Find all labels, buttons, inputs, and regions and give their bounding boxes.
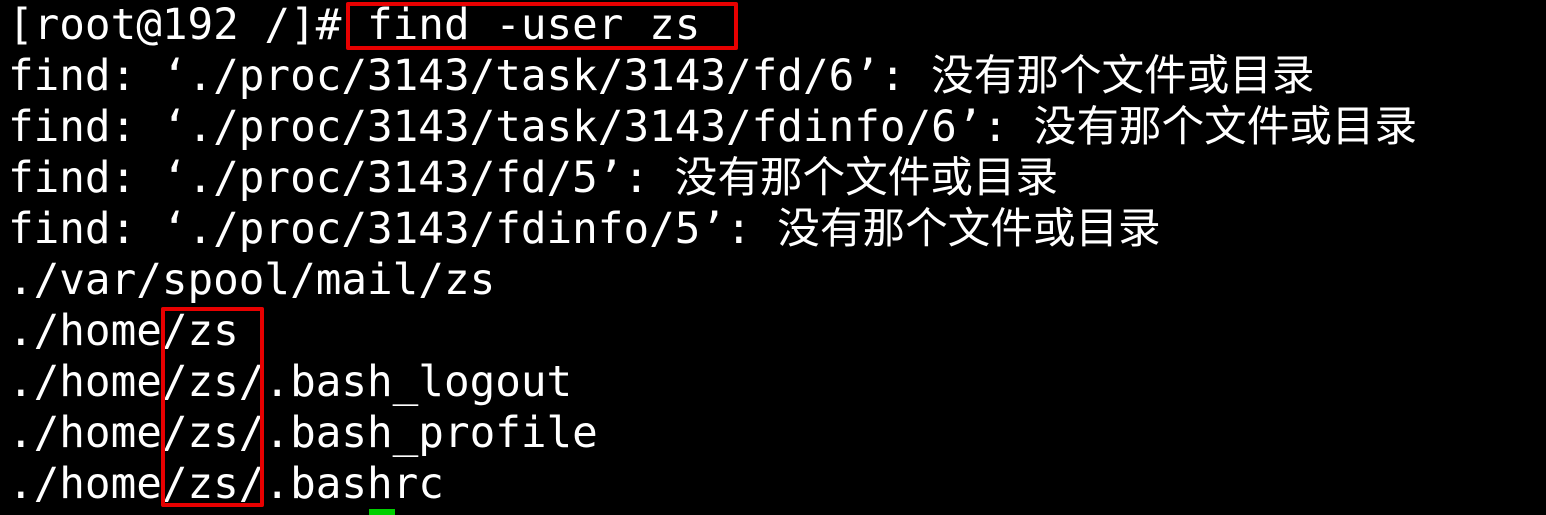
output-line: ./home/zs/.bash_profile	[8, 408, 598, 458]
shell-prompt: [root@192 /]#	[8, 0, 368, 50]
output-line: ./var/spool/mail/zs	[8, 255, 496, 305]
output-line: find: ‘./proc/3143/fdinfo/5’: 没有那个文件或目录	[8, 204, 1161, 254]
output-line: ./home/zs/.bash_logout	[8, 357, 573, 407]
terminal-window[interactable]: [root@192 /]# find -user zs find: ‘./pro…	[0, 0, 1546, 515]
output-line: find: ‘./proc/3143/task/3143/fd/6’: 没有那个…	[8, 51, 1315, 101]
command-highlight-box	[346, 2, 738, 50]
output-line: find: ‘./proc/3143/task/3143/fdinfo/6’: …	[8, 102, 1418, 152]
text-cursor	[369, 509, 395, 515]
output-line: find: ‘./proc/3143/fd/5’: 没有那个文件或目录	[8, 153, 1059, 203]
username-highlight-box	[161, 307, 264, 507]
